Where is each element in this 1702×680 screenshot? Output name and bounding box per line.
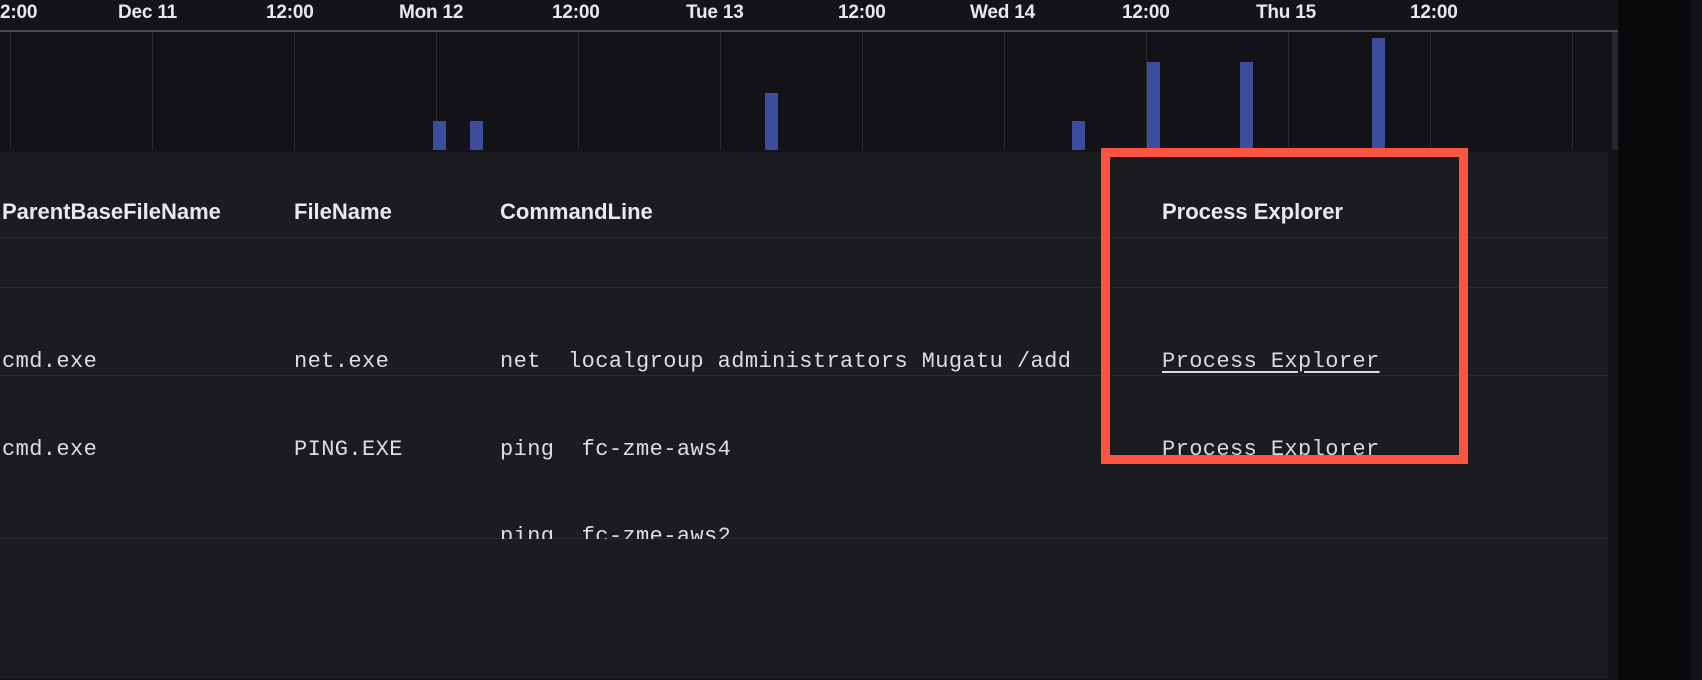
table-right-edge xyxy=(1608,152,1618,680)
process-explorer-link[interactable]: Process Explorer xyxy=(1162,431,1380,468)
timeline-axis: 2:00 Dec 11 12:00 Mon 12 12:00 Tue 13 12:00 Wed… xyxy=(0,0,1618,30)
axis-tick-label: 12:00 xyxy=(266,2,314,23)
chart-bar[interactable] xyxy=(1240,62,1253,150)
axis-tick-label: Mon 12 xyxy=(399,2,464,23)
column-header-commandline[interactable]: CommandLine xyxy=(500,199,653,225)
axis-tick-label: 12:00 xyxy=(1410,2,1458,23)
axis-tick-label: 2:00 xyxy=(0,2,38,23)
axis-tick-label: Tue 13 xyxy=(686,2,744,23)
table-row[interactable]: cmd.exe PING.EXE ping fc-zme-aws4 ping f… xyxy=(0,376,1618,636)
chart-gridline xyxy=(1430,32,1431,150)
chart-bar[interactable] xyxy=(433,121,446,150)
timeline-plot-area[interactable] xyxy=(0,32,1618,150)
chart-bar[interactable] xyxy=(1372,38,1385,150)
process-explorer-link[interactable]: Process Explorer xyxy=(1162,343,1380,380)
timeline-chart-panel: 2:00 Dec 11 12:00 Mon 12 12:00 Tue 13 12:00 Wed… xyxy=(0,0,1618,152)
axis-tick-label: Dec 11 xyxy=(118,2,178,23)
chart-gridline xyxy=(720,32,721,150)
vertical-scrollbar[interactable] xyxy=(1690,0,1702,680)
chart-gridline xyxy=(152,32,153,150)
axis-tick-label: 12:00 xyxy=(838,2,886,23)
axis-tick-label: Wed 14 xyxy=(970,2,1035,23)
axis-tick-label: Thu 15 xyxy=(1256,2,1317,23)
cell-process-explorer: Process Explorer xyxy=(1162,381,1380,518)
chart-bar[interactable] xyxy=(470,121,483,150)
chart-gridline xyxy=(862,32,863,150)
chart-gridline xyxy=(1288,32,1289,150)
cell-filename: PING.EXE xyxy=(294,437,403,462)
column-header-process-explorer[interactable]: Process Explorer xyxy=(1162,199,1343,225)
process-table: ParentBaseFileName FileName CommandLine … xyxy=(0,152,1618,680)
chart-bar[interactable] xyxy=(765,93,778,150)
table-empty-space xyxy=(0,539,1618,679)
app-root: 2:00 Dec 11 12:00 Mon 12 12:00 Tue 13 12:00 Wed… xyxy=(0,0,1702,680)
chart-bar[interactable] xyxy=(1072,121,1085,150)
chart-bar[interactable] xyxy=(1147,62,1160,150)
table-row[interactable]: cmd.exe PING.EXE ping cs-itplab001.local… xyxy=(0,238,1618,324)
chart-gridline xyxy=(10,32,11,150)
cell-parentbasefilename: cmd.exe xyxy=(2,437,98,462)
table-row[interactable]: cmd.exe net.exe whoami.exe net localgrou… xyxy=(0,288,1618,461)
chart-gridline xyxy=(1572,32,1573,150)
axis-tick-label: 12:00 xyxy=(552,2,600,23)
chart-gridline xyxy=(578,32,579,150)
column-header-parentbasefilename[interactable]: ParentBaseFileName xyxy=(2,199,221,225)
axis-tick-label: 12:00 xyxy=(1122,2,1170,23)
chart-gridline xyxy=(1004,32,1005,150)
column-header-filename[interactable]: FileName xyxy=(294,199,392,225)
table-header-row: ParentBaseFileName FileName CommandLine … xyxy=(0,152,1618,238)
chart-gridline xyxy=(294,32,295,150)
